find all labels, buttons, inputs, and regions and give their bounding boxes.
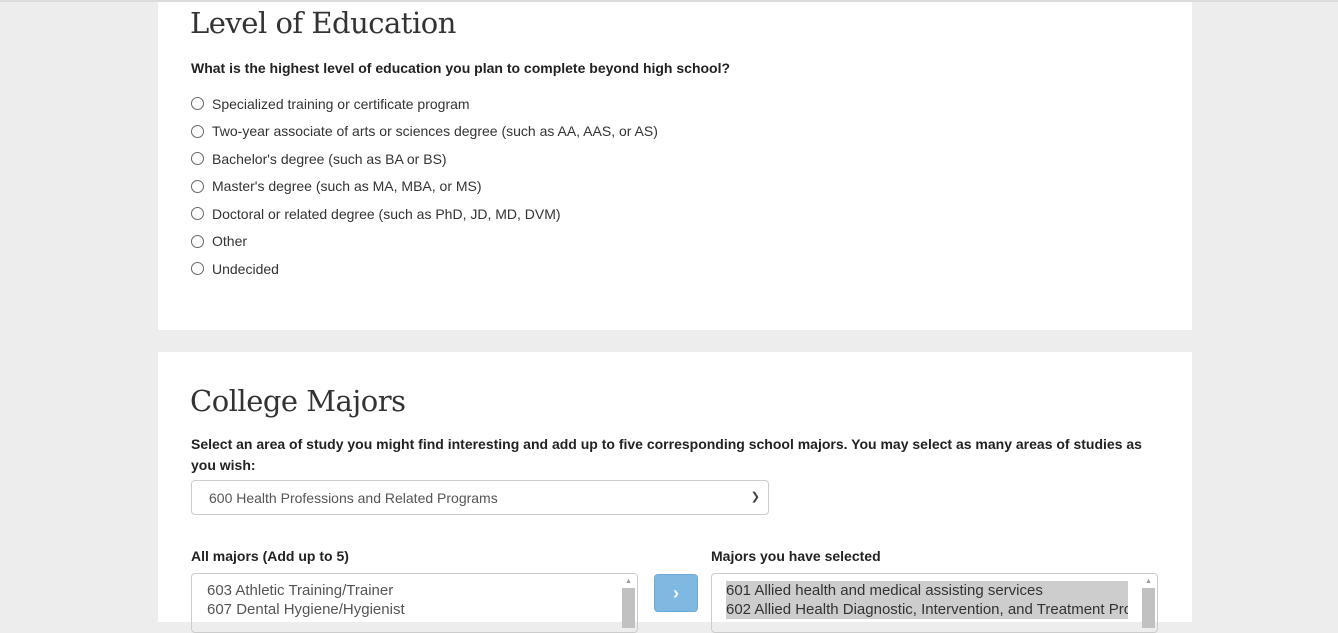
radio-label: Undecided xyxy=(212,260,279,277)
scroll-up-icon[interactable]: ▲ xyxy=(1142,576,1155,588)
all-majors-label: All majors (Add up to 5) xyxy=(191,548,349,564)
college-majors-section: College Majors Select an area of study y… xyxy=(158,352,1192,633)
radio-option-bachelor[interactable]: Bachelor's degree (such as BA or BS) xyxy=(191,145,658,173)
radio-button[interactable] xyxy=(191,234,204,248)
add-major-button[interactable]: › xyxy=(654,574,698,612)
education-question: What is the highest level of education y… xyxy=(191,60,731,76)
all-majors-listbox[interactable]: 603 Athletic Training/Trainer 607 Dental… xyxy=(191,573,638,633)
select-value: 600 Health Professions and Related Progr… xyxy=(209,489,498,506)
radio-button[interactable] xyxy=(191,262,204,276)
list-item[interactable]: 602 Allied Health Diagnostic, Interventi… xyxy=(726,600,1128,619)
list-item[interactable]: 601 Allied health and medical assisting … xyxy=(726,581,1128,600)
majors-instructions: Select an area of study you might find i… xyxy=(191,436,1142,473)
radio-label: Other xyxy=(212,233,248,250)
radio-option-undecided[interactable]: Undecided xyxy=(191,255,658,283)
selected-majors-label: Majors you have selected xyxy=(711,548,881,564)
section-title: Level of Education xyxy=(190,6,456,40)
radio-option-certificate[interactable]: Specialized training or certificate prog… xyxy=(191,90,658,118)
scrollbar[interactable]: ▲ xyxy=(1142,576,1155,632)
section-title: College Majors xyxy=(190,384,406,418)
radio-label: Doctoral or related degree (such as PhD,… xyxy=(212,205,561,222)
radio-label: Master's degree (such as MA, MBA, or MS) xyxy=(212,178,482,195)
chevron-right-icon: › xyxy=(673,582,679,603)
selected-majors-listbox[interactable]: 601 Allied health and medical assisting … xyxy=(711,573,1158,633)
radio-option-doctoral[interactable]: Doctoral or related degree (such as PhD,… xyxy=(191,200,658,228)
radio-label: Bachelor's degree (such as BA or BS) xyxy=(212,150,447,167)
list-item[interactable]: 607 Dental Hygiene/Hygienist xyxy=(207,600,637,619)
area-of-study-select[interactable]: 600 Health Professions and Related Progr… xyxy=(191,480,769,515)
scrollbar-thumb[interactable] xyxy=(1142,588,1155,628)
radio-button[interactable] xyxy=(191,97,204,111)
level-of-education-section: Level of Education What is the highest l… xyxy=(158,2,1192,330)
scroll-up-icon[interactable]: ▲ xyxy=(622,576,635,588)
radio-button[interactable] xyxy=(191,207,204,221)
radio-button[interactable] xyxy=(191,152,204,166)
radio-button[interactable] xyxy=(191,179,204,193)
scrollbar[interactable]: ▲ xyxy=(622,576,635,632)
education-radio-group: Specialized training or certificate prog… xyxy=(191,90,658,283)
radio-option-master[interactable]: Master's degree (such as MA, MBA, or MS) xyxy=(191,173,658,201)
radio-label: Two-year associate of arts or sciences d… xyxy=(212,123,658,140)
radio-option-associate[interactable]: Two-year associate of arts or sciences d… xyxy=(191,118,658,146)
list-item[interactable]: 603 Athletic Training/Trainer xyxy=(207,581,637,600)
radio-label: Specialized training or certificate prog… xyxy=(212,95,470,112)
radio-button[interactable] xyxy=(191,124,204,138)
chevron-down-icon: ❯ xyxy=(750,491,760,503)
scrollbar-thumb[interactable] xyxy=(622,588,635,628)
radio-option-other[interactable]: Other xyxy=(191,228,658,256)
